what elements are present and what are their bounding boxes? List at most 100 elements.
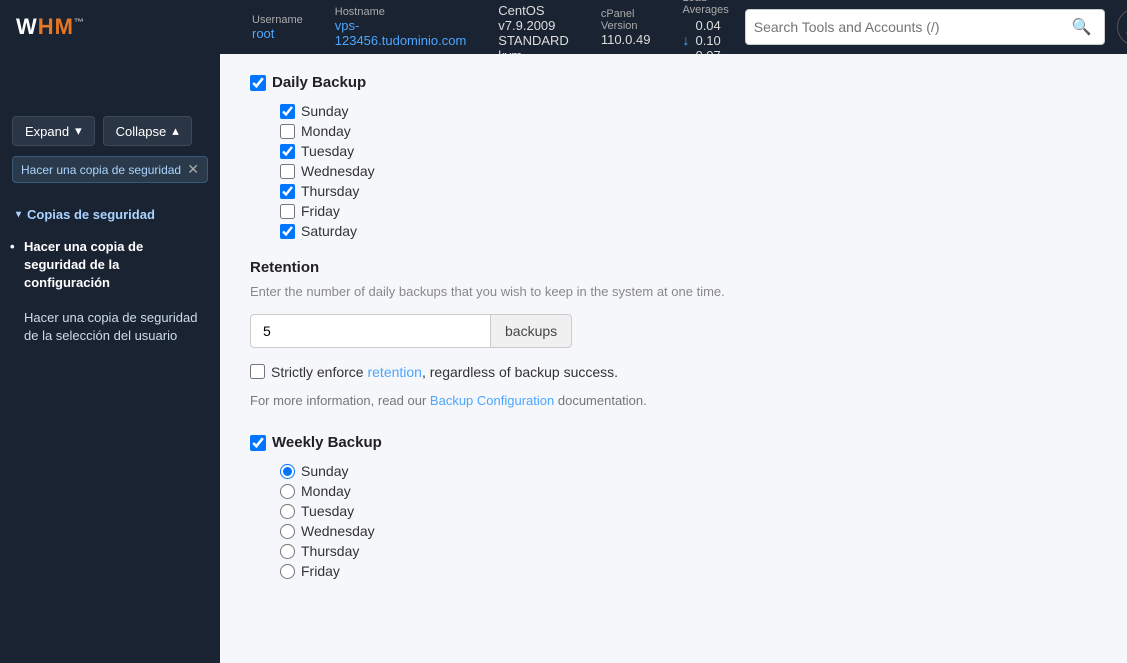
main-layout: Expand ▾ Collapse ▴ Hacer una copia de s…: [0, 54, 1127, 663]
logo-area: WHM™: [16, 14, 236, 40]
sidebar-section-header[interactable]: ▾ Copias de seguridad: [0, 199, 220, 230]
backup-link-row: For more information, read our Backup Co…: [250, 391, 1097, 411]
day-saturday-checkbox[interactable]: [280, 224, 295, 239]
day-sunday-checkbox[interactable]: [280, 104, 295, 119]
search-icon-button[interactable]: 🔍: [1068, 17, 1096, 37]
sidebar: Expand ▾ Collapse ▴ Hacer una copia de s…: [0, 54, 220, 663]
sidebar-section-arrow-icon: ▾: [16, 209, 21, 220]
collapse-button[interactable]: Collapse ▴: [103, 116, 192, 146]
day-saturday-label: Saturday: [301, 223, 357, 239]
search-tag[interactable]: Hacer una copia de seguridad ✕: [12, 156, 208, 183]
day-wednesday-label: Wednesday: [301, 163, 375, 179]
weekly-sunday-label: Sunday: [301, 463, 348, 479]
weekly-thursday: Thursday: [280, 543, 1097, 559]
weekly-tuesday: Tuesday: [280, 503, 1097, 519]
retention-input-row: backups: [250, 314, 590, 348]
weekly-monday-radio[interactable]: [280, 484, 295, 499]
notifications-button[interactable]: 🔔: [1117, 8, 1127, 46]
day-thursday-checkbox[interactable]: [280, 184, 295, 199]
day-thursday-daily: Thursday: [280, 183, 1097, 199]
weekly-friday-radio[interactable]: [280, 564, 295, 579]
weekly-tuesday-label: Tuesday: [301, 503, 354, 519]
search-box[interactable]: 🔍: [745, 9, 1105, 45]
weekly-sunday-radio[interactable]: [280, 464, 295, 479]
weekly-friday: Friday: [280, 563, 1097, 579]
daily-backup-header: Daily Backup: [250, 74, 1097, 91]
weekly-backup-checkbox[interactable]: [250, 435, 266, 451]
day-sunday-label: Sunday: [301, 103, 348, 119]
backup-config-link[interactable]: Backup Configuration: [430, 393, 554, 408]
day-saturday-daily: Saturday: [280, 223, 1097, 239]
day-tuesday-checkbox[interactable]: [280, 144, 295, 159]
day-monday-checkbox[interactable]: [280, 124, 295, 139]
retention-title: Retention: [250, 259, 1097, 276]
sidebar-item-config-label: Hacer una copia de seguridad de la confi…: [24, 239, 143, 290]
day-friday-label: Friday: [301, 203, 340, 219]
expand-button[interactable]: Expand ▾: [12, 116, 95, 146]
strictly-label: Strictly enforce: [271, 364, 367, 380]
sidebar-section-label: Copias de seguridad: [27, 207, 155, 222]
search-input[interactable]: [754, 19, 1068, 35]
weekly-thursday-label: Thursday: [301, 543, 359, 559]
search-area: 🔍 🔔 👤: [745, 8, 1127, 46]
weekly-sunday: Sunday: [280, 463, 1097, 479]
strictly-enforce-checkbox[interactable]: [250, 364, 265, 379]
regardless-label: , regardless of backup success.: [422, 364, 618, 380]
daily-backup-checkbox[interactable]: [250, 75, 266, 91]
cpanel-group: cPanel Version 110.0.49: [601, 8, 651, 47]
weekly-wednesday: Wednesday: [280, 523, 1097, 539]
daily-days-list: Sunday Monday Tuesday Wednesday Thursday…: [280, 103, 1097, 239]
expand-arrow-icon: ▾: [75, 123, 82, 139]
logo: WHM™: [16, 14, 85, 40]
day-thursday-label: Thursday: [301, 183, 359, 199]
retention-input[interactable]: [250, 314, 490, 348]
retention-section: Retention Enter the number of daily back…: [250, 259, 1097, 410]
collapse-arrow-icon: ▴: [172, 123, 179, 139]
weekly-backup-section: Weekly Backup Sunday Monday Tuesday We: [250, 434, 1097, 579]
weekly-days-list: Sunday Monday Tuesday Wednesday Thursday: [280, 463, 1097, 579]
hostname-group: Hostname vps-123456.tudominio.com: [335, 6, 467, 48]
retention-desc: Enter the number of daily backups that y…: [250, 282, 1097, 302]
sidebar-item-config[interactable]: Hacer una copia de seguridad de la confi…: [0, 230, 220, 301]
day-wednesday-checkbox[interactable]: [280, 164, 295, 179]
enforce-text: Strictly enforce retention, regardless o…: [271, 362, 618, 383]
weekly-backup-header: Weekly Backup: [250, 434, 1097, 451]
sidebar-item-user-label: Hacer una copia de seguridad de la selec…: [24, 310, 197, 343]
sidebar-section-copias: ▾ Copias de seguridad Hacer una copia de…: [0, 191, 220, 361]
sidebar-item-user[interactable]: Hacer una copia de seguridad de la selec…: [0, 301, 220, 353]
hostname-value: vps-123456.tudominio.com: [335, 18, 467, 48]
username-group: Username root: [252, 14, 303, 41]
search-tag-text: Hacer una copia de seguridad: [21, 163, 181, 177]
main-content: Daily Backup Sunday Monday Tuesday Wedne…: [220, 54, 1127, 663]
day-friday-daily: Friday: [280, 203, 1097, 219]
load-arrow-icon: ↓: [682, 32, 689, 48]
weekly-thursday-radio[interactable]: [280, 544, 295, 559]
day-tuesday-daily: Tuesday: [280, 143, 1097, 159]
for-more-info-text: For more information, read our: [250, 393, 426, 408]
weekly-friday-label: Friday: [301, 563, 340, 579]
cpanel-value: 110.0.49: [601, 32, 651, 47]
search-tag-close-icon[interactable]: ✕: [187, 161, 199, 178]
weekly-tuesday-radio[interactable]: [280, 504, 295, 519]
day-tuesday-label: Tuesday: [301, 143, 354, 159]
day-wednesday-daily: Wednesday: [280, 163, 1097, 179]
daily-backup-label: Daily Backup: [272, 74, 366, 91]
collapse-label: Collapse: [116, 124, 167, 139]
weekly-monday-label: Monday: [301, 483, 351, 499]
topbar: WHM™ Username root Hostname vps-123456.t…: [0, 0, 1127, 54]
documentation-label: documentation.: [558, 393, 647, 408]
weekly-monday: Monday: [280, 483, 1097, 499]
cpanel-label: cPanel Version: [601, 8, 651, 32]
backups-label: backups: [490, 314, 572, 348]
weekly-wednesday-radio[interactable]: [280, 524, 295, 539]
username-label: Username: [252, 14, 303, 26]
day-monday-daily: Monday: [280, 123, 1097, 139]
strictly-enforce-row: Strictly enforce retention, regardless o…: [250, 362, 1097, 383]
weekly-wednesday-label: Wednesday: [301, 523, 375, 539]
day-monday-label: Monday: [301, 123, 351, 139]
weekly-backup-label: Weekly Backup: [272, 434, 382, 451]
retention-link[interactable]: retention: [367, 364, 421, 380]
load-label: Load Averages: [682, 0, 728, 16]
username-value: root: [252, 26, 303, 41]
day-friday-checkbox[interactable]: [280, 204, 295, 219]
